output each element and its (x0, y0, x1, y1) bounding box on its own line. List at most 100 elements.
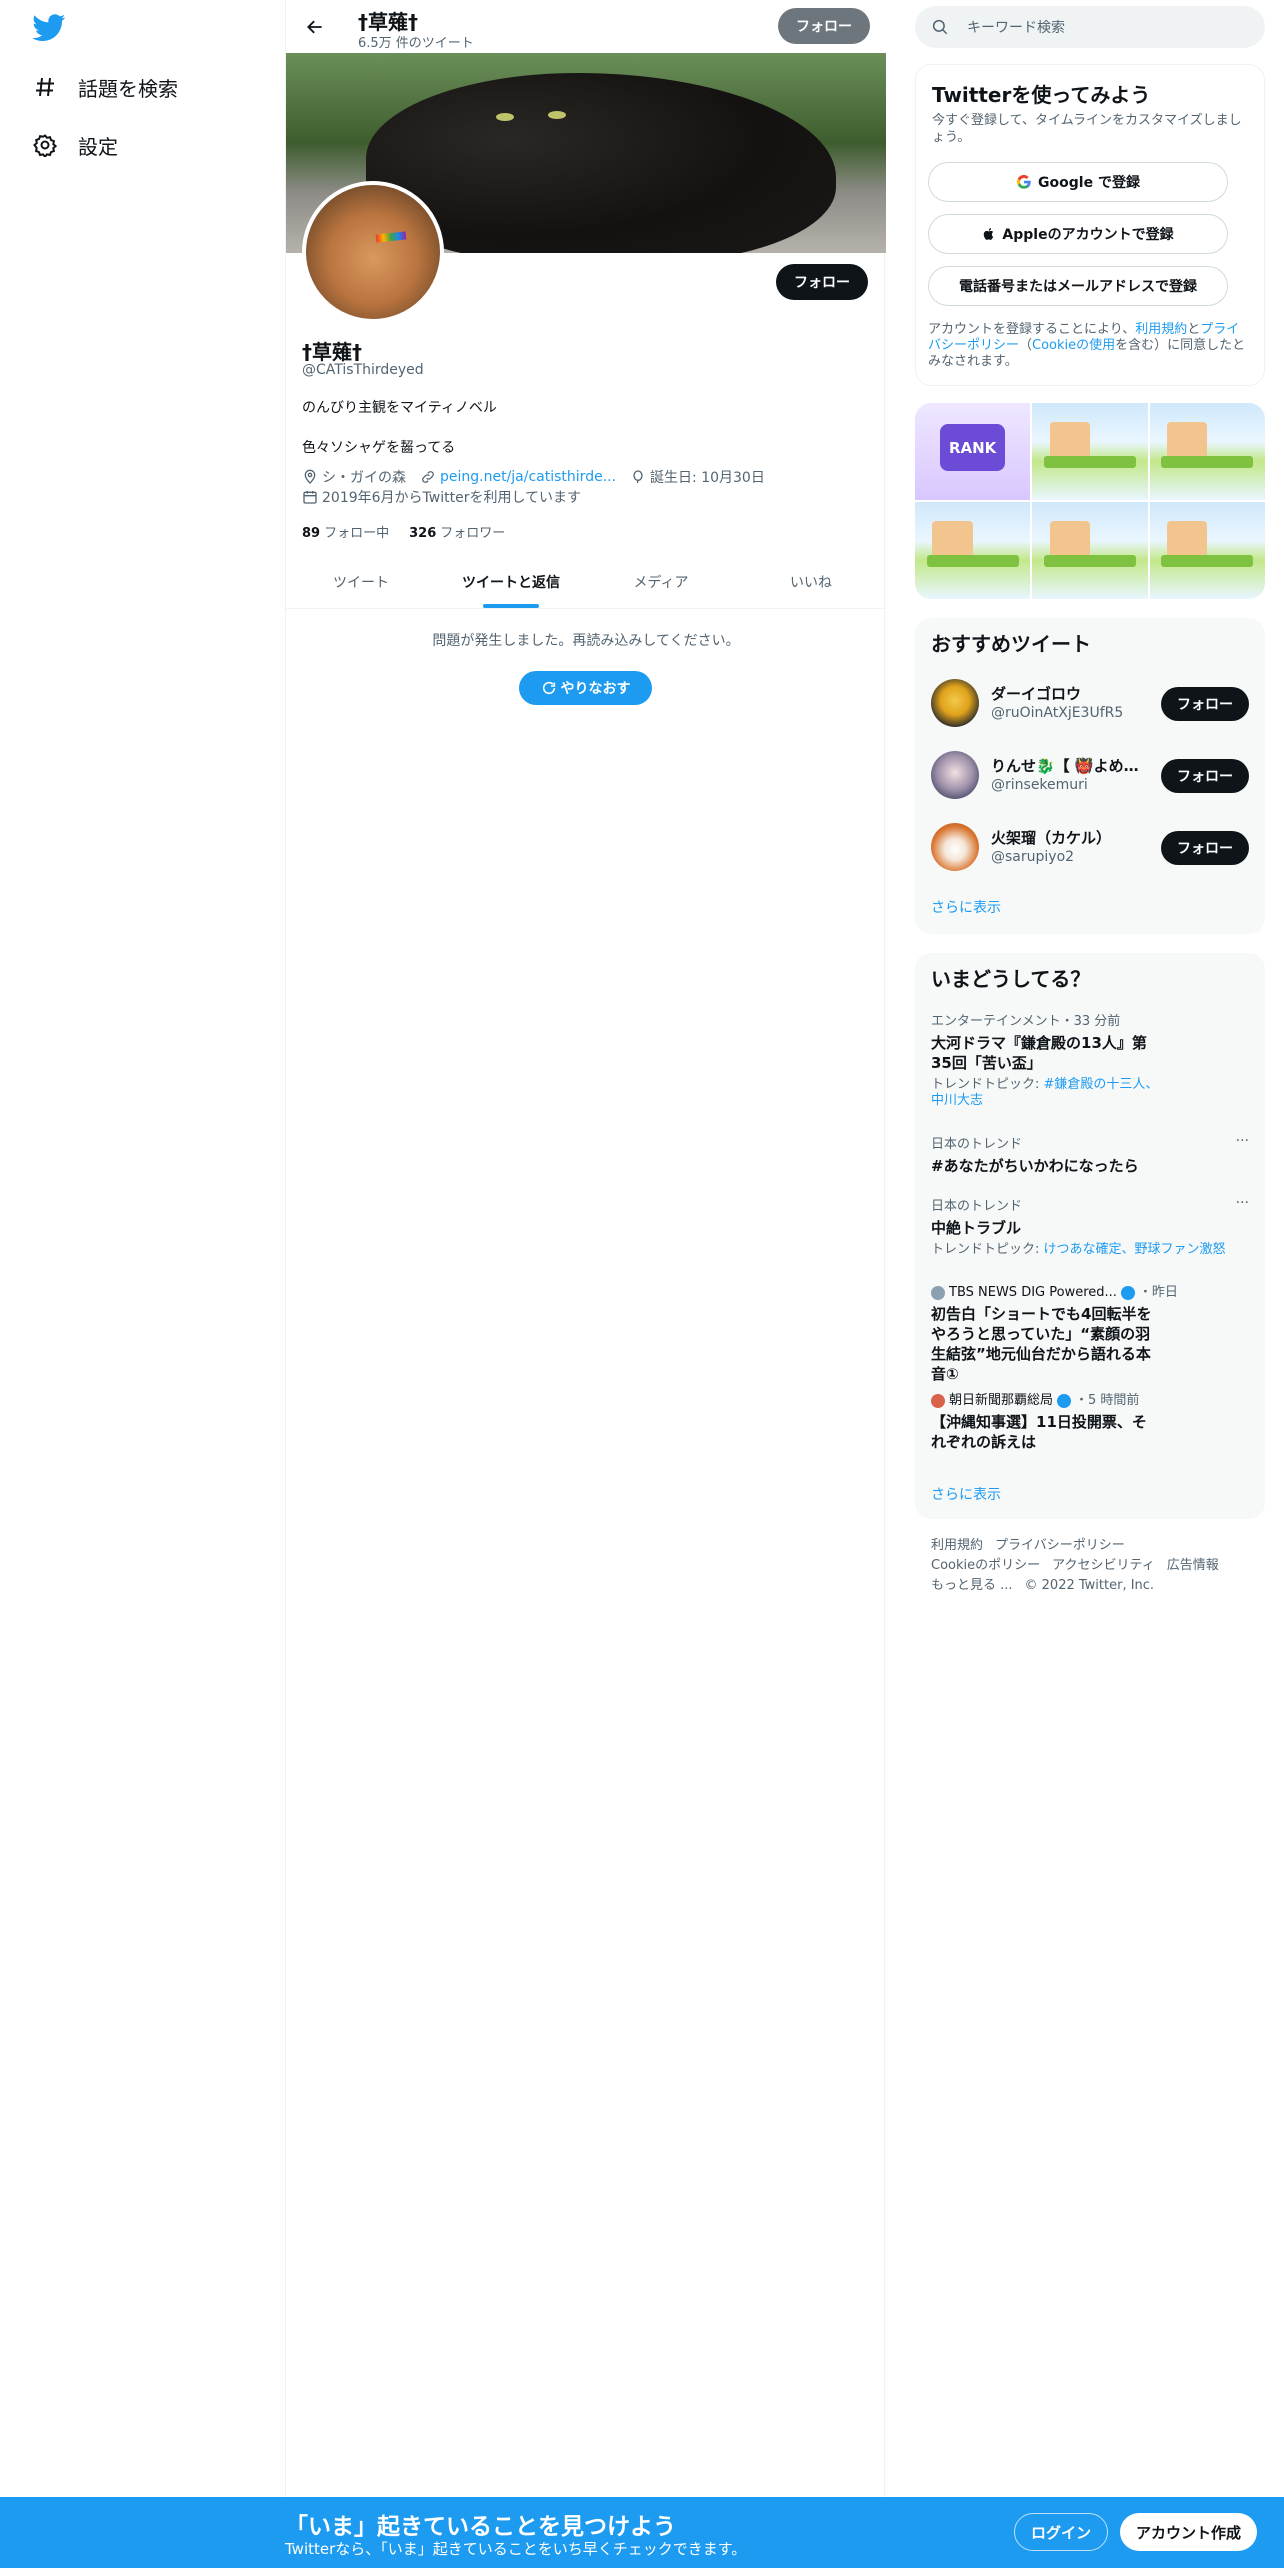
recommended-user[interactable]: 火架瑠（カケル） @sarupiyo2 フォロー (931, 819, 1249, 875)
verified-badge-icon (1057, 1393, 1072, 1408)
media-thumb[interactable] (1149, 502, 1265, 599)
footer-links: 利用規約 プライバシーポリシー Cookieのポリシー アクセシビリティ 広告情報 も… (931, 1536, 1251, 1596)
profile-tabs: ツイート ツイートと返信 メディア いいね (286, 556, 886, 609)
media-thumb[interactable] (1032, 403, 1148, 500)
tab-tweets-and-replies[interactable]: ツイートと返信 (436, 556, 586, 608)
terms-link[interactable]: 利用規約 (1135, 322, 1187, 337)
profile-location: シ・ガイの森 (302, 467, 406, 487)
signup-description: 今すぐ登録して、タイムラインをカスタマイズしましょう。 (932, 113, 1242, 145)
trends-card: いまどうしてる？ エンターテインメント・33 分前 大河ドラマ『鎌倉殿の13人』… (915, 953, 1265, 1519)
footer-link[interactable]: 広告情報 (1167, 1558, 1219, 1573)
follow-button[interactable]: フォロー (1161, 831, 1249, 865)
source-avatar-icon (931, 1285, 945, 1300)
header-follow-button[interactable]: フォロー (778, 8, 870, 44)
balloon-icon (633, 470, 643, 484)
profile-handle: @CATisThirdeyed (302, 362, 424, 378)
avatar[interactable] (931, 823, 979, 871)
left-navigation: 話題を検索 設定 (0, 0, 285, 2568)
twitter-logo-icon[interactable] (32, 14, 66, 42)
profile-header: †草薙† 6.5万 件のツイート フォロー (286, 0, 886, 53)
apple-icon (984, 228, 994, 240)
media-thumb[interactable] (915, 502, 1031, 599)
google-icon (1017, 174, 1031, 189)
refresh-icon (542, 681, 555, 695)
profile-column: †草薙† 6.5万 件のツイート フォロー フォロー †草薙† @CATisTh… (285, 0, 886, 2497)
copyright: © 2022 Twitter, Inc. (1024, 1578, 1155, 1593)
profile-avatar[interactable] (302, 181, 444, 323)
news-item[interactable]: 朝日新聞那覇総局 ・5 時間前 【沖縄知事選】11日投開票、それぞれの訴えは (931, 1389, 1249, 1452)
signup-card: Twitterを使ってみよう 今すぐ登録して、タイムラインをカスタマイズしましょ… (915, 64, 1265, 386)
trends-title: いまどうしてる？ (931, 967, 1091, 991)
signup-legal-text: アカウントを登録することにより、利用規約とプライバシーポリシー（Cookieの使… (928, 322, 1246, 369)
trend-item[interactable]: 日本のトレンド 中絶トラブル トレンドトピック: けつあな確定、野球ファン激怒 … (931, 1195, 1249, 1258)
error-message: 問題が発生しました。再読み込みしてください。 (432, 633, 740, 649)
profile-join-date: 2019年6月からTwitterを利用しています (302, 487, 581, 507)
footer-link[interactable]: Cookieのポリシー (931, 1558, 1040, 1573)
more-options-icon[interactable]: ··· (1236, 1133, 1249, 1149)
media-thumb[interactable] (1032, 502, 1148, 599)
search-icon (932, 19, 948, 35)
link-icon (422, 471, 434, 483)
trend-item[interactable]: エンターテインメント・33 分前 大河ドラマ『鎌倉殿の13人』第35回「苦い盃」… (931, 1010, 1249, 1109)
bottom-bar-subtitle: Twitterなら、「いま」起きていることをいち早くチェックできます。 (285, 2540, 747, 2558)
tab-likes[interactable]: いいね (736, 556, 886, 608)
header-tweet-count: 6.5万 件のツイート (358, 36, 474, 51)
profile-url[interactable]: peing.net/ja/catisthirde... (420, 469, 616, 485)
avatar[interactable] (931, 679, 979, 727)
search-input[interactable]: キーワード検索 (915, 6, 1265, 48)
follow-button[interactable]: フォロー (1161, 759, 1249, 793)
tab-media[interactable]: メディア (586, 556, 736, 608)
bottom-signup-bar: 「いま」起きていることを見つけよう Twitterなら、「いま」起きていることを… (0, 2497, 1284, 2568)
who-to-follow-card: おすすめツイート ダーイゴロウ @ruOinAtXjE3UfR5 フォロー りん… (915, 618, 1265, 934)
recommended-user[interactable]: りんせ🐉【 👹よめ… @rinsekemuri フォロー (931, 747, 1249, 803)
follow-stats: 89 フォロー中 326 フォロワー (302, 522, 525, 541)
profile-name: †草薙† (302, 340, 362, 364)
hashtag-icon (32, 74, 58, 100)
nav-settings-label: 設定 (78, 134, 118, 159)
create-account-button[interactable]: アカウント作成 (1120, 2513, 1258, 2551)
phone-email-signup-button[interactable]: 電話番号またはメールアドレスで登録 (928, 266, 1228, 306)
apple-signup-button[interactable]: Appleのアカウントで登録 (928, 214, 1228, 254)
verified-badge-icon (1120, 1285, 1135, 1300)
trend-item[interactable]: 日本のトレンド #あなたがちいかわになったら ··· (931, 1133, 1249, 1176)
recommended-user[interactable]: ダーイゴロウ @ruOinAtXjE3UfR5 フォロー (931, 675, 1249, 731)
following-link[interactable]: 89 フォロー中 (302, 522, 389, 541)
location-pin-icon (304, 469, 316, 484)
calendar-icon (303, 491, 317, 504)
recommend-title: おすすめツイート (931, 632, 1091, 656)
avatar[interactable] (931, 751, 979, 799)
follow-button[interactable]: フォロー (1161, 687, 1249, 721)
gear-icon (32, 132, 58, 158)
back-button[interactable] (298, 10, 332, 44)
nav-settings[interactable]: 設定 (32, 121, 118, 169)
footer-link[interactable]: もっと見る ... (931, 1578, 1013, 1593)
show-more-link[interactable]: さらに表示 (931, 1484, 1001, 1504)
media-thumb[interactable] (1149, 403, 1265, 500)
arrow-left-icon (307, 20, 322, 34)
nav-explore[interactable]: 話題を検索 (32, 63, 178, 111)
footer-link[interactable]: 利用規約 (931, 1538, 983, 1553)
profile-bio-line-2: 色々ソシャゲを齧ってる (302, 440, 456, 456)
profile-bio-line-1: のんびり主観をマイティノベル (302, 400, 497, 416)
google-signup-button[interactable]: Google で登録 (928, 162, 1228, 202)
profile-meta: シ・ガイの森 peing.net/ja/catisthirde... 誕生日: … (302, 467, 779, 487)
show-more-link[interactable]: さらに表示 (931, 897, 1001, 917)
signup-title: Twitterを使ってみよう (932, 83, 1151, 107)
header-profile-name: †草薙† (358, 10, 418, 34)
footer-link[interactable]: プライバシーポリシー (995, 1538, 1125, 1553)
login-button[interactable]: ログイン (1014, 2513, 1109, 2551)
cookie-link[interactable]: Cookieの使用 (1032, 338, 1115, 353)
tab-tweets[interactable]: ツイート (286, 556, 436, 608)
retry-button[interactable]: やりなおす (519, 671, 652, 705)
media-thumb[interactable]: RANK (915, 403, 1031, 500)
bottom-bar-title: 「いま」起きていることを見つけよう (285, 2514, 676, 2540)
media-grid: RANK (915, 403, 1265, 599)
followers-link[interactable]: 326 フォロワー (409, 522, 505, 541)
news-item[interactable]: TBS NEWS DIG Powered... ・昨日 初告白「ショートでも4回転… (931, 1281, 1249, 1384)
profile-birthday: 誕生日: 10月30日 (630, 467, 765, 487)
more-options-icon[interactable]: ··· (1236, 1195, 1249, 1211)
footer-link[interactable]: アクセシビリティ (1052, 1558, 1155, 1573)
follow-button[interactable]: フォロー (776, 264, 868, 300)
source-avatar-icon (931, 1393, 945, 1408)
nav-explore-label: 話題を検索 (78, 76, 178, 101)
